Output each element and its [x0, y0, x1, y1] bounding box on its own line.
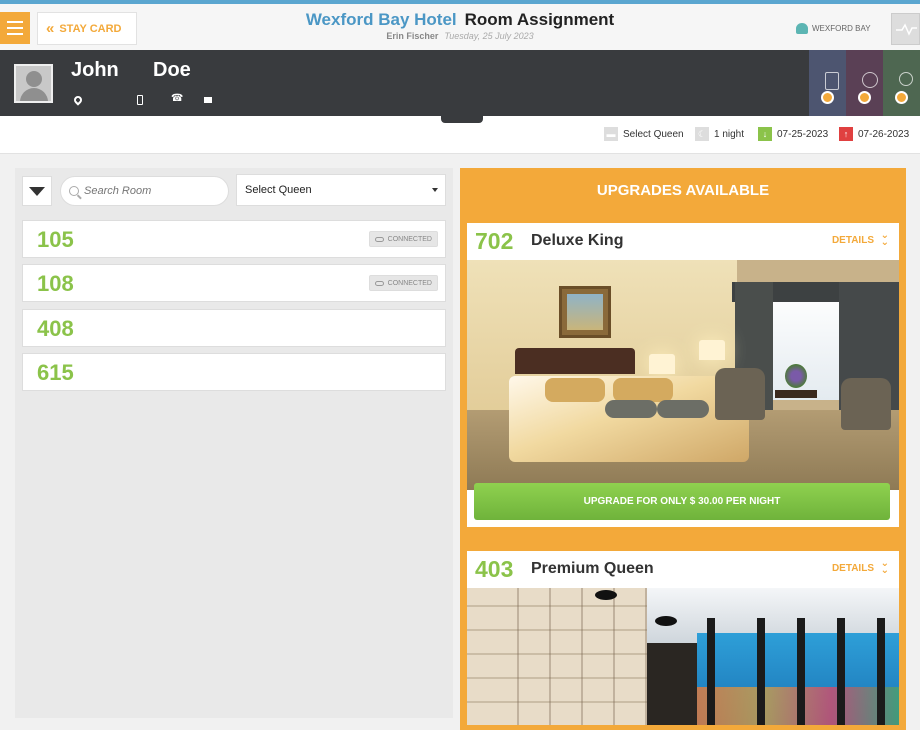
search-icon [858, 91, 871, 104]
upgrades-panel: UPGRADES AVAILABLE 702 Deluxe King DETAI… [460, 168, 906, 730]
search-icon [821, 91, 834, 104]
upgrade-room-number: 403 [475, 556, 514, 582]
hotel-brand[interactable]: WEXFORD BAY [796, 23, 871, 34]
chevron-down-icon[interactable]: ⌄ ⌄ [881, 559, 889, 576]
room-photo [467, 260, 899, 490]
details-link[interactable]: DETAILS [832, 235, 874, 246]
room-number: 615 [37, 360, 74, 385]
connected-badge: CONNECTED [368, 275, 438, 291]
page-title: Room Assignment [464, 10, 615, 29]
upgrade-card: 403 Premium Queen DETAILS ⌄ ⌄ [467, 551, 899, 725]
page-title-block: Wexford Bay Hotel Room Assignment Erin Fi… [0, 10, 920, 41]
rewards-tile-button[interactable] [883, 50, 920, 116]
filter-icon [29, 186, 45, 196]
link-icon [374, 280, 384, 286]
hotel-name: Wexford Bay Hotel [305, 10, 457, 29]
room-number: 108 [37, 271, 74, 296]
pulse-icon [896, 23, 917, 36]
drawer-handle[interactable] [441, 116, 483, 123]
filter-button[interactable] [22, 176, 52, 206]
email-icon[interactable] [204, 97, 212, 103]
room-row[interactable]: 615 [22, 353, 446, 391]
rings-icon [899, 72, 913, 86]
room-type-select[interactable]: Select Queen [236, 174, 446, 206]
phone-icon[interactable]: ☎ [171, 93, 183, 104]
search-room-field[interactable] [60, 176, 229, 206]
room-photo [467, 588, 899, 725]
guest-first-name[interactable]: John [71, 59, 119, 82]
room-row[interactable]: 105 CONNECTED [22, 220, 446, 258]
connected-badge: CONNECTED [368, 231, 438, 247]
room-type-selected: Select Queen [245, 184, 312, 196]
business-date: Tuesday, 25 July 2023 [444, 31, 534, 41]
upgrade-room-name: Premium Queen [531, 560, 654, 577]
arrow-down-icon: ↓ [758, 127, 772, 141]
bed-icon: ▬ [604, 127, 618, 141]
user-name: Erin Fischer [386, 31, 439, 41]
guest-last-name[interactable]: Doe [153, 59, 191, 82]
upgrades-title: UPGRADES AVAILABLE [596, 182, 770, 199]
chevron-down-icon[interactable]: ⌄ ⌄ [881, 231, 889, 248]
globe-icon [862, 72, 878, 88]
room-list-panel: Select Queen 105 CONNECTED 108 CONNECTED… [15, 168, 453, 718]
room-row[interactable]: 408 [22, 309, 446, 347]
stay-departure: ↑ 07-26-2023 [839, 127, 909, 141]
room-number: 105 [37, 227, 74, 252]
location-icon[interactable] [72, 94, 84, 106]
arrow-up-icon: ↑ [839, 127, 853, 141]
avatar[interactable] [14, 64, 53, 103]
guest-bar: John Doe ☎ [0, 50, 920, 116]
upgrade-button[interactable]: UPGRADE FOR ONLY $ 30.00 PER NIGHT [474, 483, 890, 520]
upgrade-card-header: 702 Deluxe King DETAILS ⌄ ⌄ [467, 223, 899, 260]
globe-tile-button[interactable] [846, 50, 883, 116]
stay-room-type: ▬ Select Queen [604, 127, 684, 141]
details-link[interactable]: DETAILS [832, 563, 874, 574]
room-row[interactable]: 108 CONNECTED [22, 264, 446, 302]
search-icon [895, 91, 908, 104]
building-icon [825, 72, 839, 90]
upgrade-room-number: 702 [475, 228, 514, 254]
link-icon [374, 236, 384, 242]
search-input[interactable] [84, 185, 224, 197]
room-tile-button[interactable] [809, 50, 846, 116]
upgrade-card: 702 Deluxe King DETAILS ⌄ ⌄ UPGRADE FOR … [467, 223, 899, 527]
mobile-icon[interactable] [137, 95, 143, 105]
stay-arrival: ↓ 07-25-2023 [758, 127, 828, 141]
upgrade-card-header: 403 Premium Queen DETAILS ⌄ ⌄ [467, 551, 899, 588]
room-number: 408 [37, 316, 74, 341]
stay-nights: ☾ 1 night [695, 127, 744, 141]
activity-button[interactable] [891, 13, 920, 45]
top-bar: « STAY CARD Wexford Bay Hotel Room Assign… [0, 0, 920, 50]
search-icon [69, 186, 79, 196]
moon-icon: ☾ [695, 127, 709, 141]
hotel-logo-icon [796, 23, 808, 34]
brand-label: WEXFORD BAY [812, 24, 871, 33]
caret-down-icon [432, 188, 438, 192]
upgrade-room-name: Deluxe King [531, 232, 624, 249]
